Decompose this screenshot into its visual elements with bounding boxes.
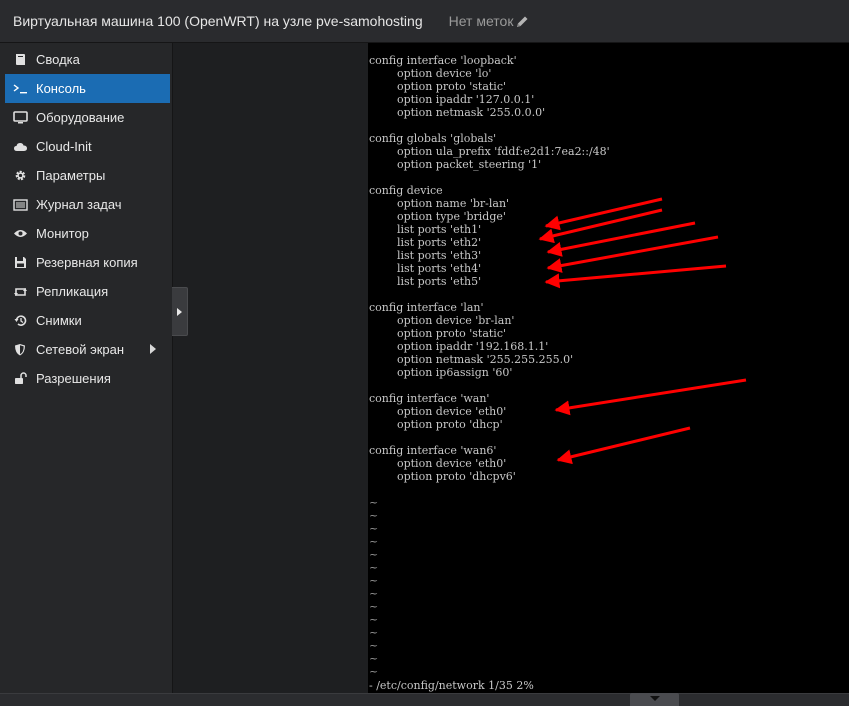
chevron-down-icon [649, 696, 660, 701]
terminal-line: list ports 'eth5' [369, 275, 482, 288]
sidebar-item-label: Снимки [36, 313, 82, 328]
list-icon [12, 197, 28, 213]
sidebar-item-snapshots[interactable]: Снимки [5, 306, 170, 335]
terminal-empty-line: ~ [369, 561, 379, 574]
sidebar-item-label: Параметры [36, 168, 106, 183]
terminal-empty-line: ~ [369, 535, 379, 548]
terminal-line: option netmask '255.255.255.0' [369, 353, 574, 366]
sidebar-item-label: Консоль [36, 81, 86, 96]
terminal-line: config globals 'globals' [369, 132, 497, 145]
sidebar-item-firewall[interactable]: Сетевой экран [5, 335, 170, 364]
sidebar-item-replication[interactable]: Репликация [5, 277, 170, 306]
page-title: Виртуальная машина 100 (OpenWRT) на узле… [13, 13, 423, 29]
vi-status-line: - /etc/config/network 1/35 2% [369, 679, 534, 692]
sidebar-item-console[interactable]: Консоль [5, 74, 170, 103]
pencil-icon[interactable] [516, 15, 529, 28]
terminal-line: config interface 'loopback' [369, 54, 517, 67]
sidebar-item-label: Оборудование [36, 110, 125, 125]
sidebar-item-label: Сводка [36, 52, 80, 67]
sidebar-item-cloud-init[interactable]: Cloud-Init [5, 132, 170, 161]
sidebar-item-label: Журнал задач [36, 197, 122, 212]
terminal-line: config interface 'lan' [369, 301, 484, 314]
terminal-line: option name 'br-lan' [369, 197, 510, 210]
shield-icon [12, 342, 28, 358]
sidebar-item-monitor[interactable]: Монитор [5, 219, 170, 248]
console-terminal[interactable]: config interface 'loopback' option devic… [368, 43, 849, 693]
terminal-line: option netmask '255.0.0.0' [369, 106, 546, 119]
terminal-line: option device 'br-lan' [369, 314, 515, 327]
sidebar-item-backup[interactable]: Резервная копия [5, 248, 170, 277]
terminal-empty-line: ~ [369, 600, 379, 613]
terminal-line: list ports 'eth1' [369, 223, 482, 236]
terminal-icon [12, 81, 28, 97]
terminal-line: option ula_prefix 'fddf:e2d1:7ea2::/48' [369, 145, 610, 158]
unlock-icon [12, 371, 28, 387]
floppy-icon [12, 255, 28, 271]
sidebar-item-label: Резервная копия [36, 255, 138, 270]
cloud-icon [12, 139, 28, 155]
monitor-icon [12, 110, 28, 126]
terminal-line: option proto 'dhcpv6' [369, 470, 516, 483]
terminal-empty-line: ~ [369, 574, 379, 587]
terminal-empty-line: ~ [369, 509, 379, 522]
terminal-line: config interface 'wan6' [369, 444, 497, 457]
sidebar-item-summary[interactable]: Сводка [5, 45, 170, 74]
terminal-line: list ports 'eth3' [369, 249, 482, 262]
book-icon [12, 52, 28, 68]
terminal-empty-line: ~ [369, 522, 379, 535]
terminal-empty-line: ~ [369, 652, 379, 665]
sidebar-item-label: Репликация [36, 284, 109, 299]
gear-icon [12, 168, 28, 184]
terminal-line: option packet_steering '1' [369, 158, 542, 171]
sidebar-item-options[interactable]: Параметры [5, 161, 170, 190]
sidebar-splitter-area [173, 43, 368, 693]
sidebar-item-label: Разрешения [36, 371, 111, 386]
terminal-line: list ports 'eth4' [369, 262, 482, 275]
sidebar-item-task-log[interactable]: Журнал задач [5, 190, 170, 219]
terminal-line: option proto 'static' [369, 327, 507, 340]
terminal-empty-line: ~ [369, 639, 379, 652]
retweet-icon [12, 284, 28, 300]
terminal-line: option proto 'static' [369, 80, 507, 93]
terminal-line: option ipaddr '192.168.1.1' [369, 340, 549, 353]
sidebar-item-hardware[interactable]: Оборудование [5, 103, 170, 132]
terminal-line: option device 'eth0' [369, 405, 507, 418]
sidebar-item-permissions[interactable]: Разрешения [5, 364, 170, 393]
terminal-empty-line: ~ [369, 626, 379, 639]
terminal-empty-line: ~ [369, 665, 379, 678]
sidebar: Сводка Консоль Оборудование Cloud-Init П… [0, 43, 173, 693]
tags-label: Нет меток [448, 13, 514, 29]
tags-editor[interactable]: Нет меток [449, 13, 530, 29]
submenu-arrow-icon[interactable] [150, 344, 156, 354]
bottom-panel-bar [0, 693, 849, 706]
terminal-line: config device [369, 184, 443, 197]
vm-header: Виртуальная машина 100 (OpenWRT) на узле… [0, 0, 849, 43]
terminal-empty-line: ~ [369, 613, 379, 626]
sidebar-item-label: Сетевой экран [36, 342, 125, 357]
chevron-right-icon [177, 307, 182, 316]
history-icon [12, 313, 28, 329]
terminal-line: option device 'lo' [369, 67, 492, 80]
terminal-line: option device 'eth0' [369, 457, 507, 470]
expand-panel-button[interactable] [630, 693, 679, 706]
terminal-line: option ipaddr '127.0.0.1' [369, 93, 535, 106]
terminal-empty-line: ~ [369, 548, 379, 561]
terminal-line: config interface 'wan' [369, 392, 490, 405]
eye-icon [12, 226, 28, 242]
terminal-empty-line: ~ [369, 587, 379, 600]
terminal-line: option type 'bridge' [369, 210, 506, 223]
terminal-line: option ip6assign '60' [369, 366, 513, 379]
sidebar-item-label: Cloud-Init [36, 139, 92, 154]
sidebar-item-label: Монитор [36, 226, 89, 241]
terminal-empty-line: ~ [369, 496, 379, 509]
terminal-line: option proto 'dhcp' [369, 418, 503, 431]
collapse-sidebar-button[interactable] [172, 287, 188, 336]
terminal-line: list ports 'eth2' [369, 236, 482, 249]
